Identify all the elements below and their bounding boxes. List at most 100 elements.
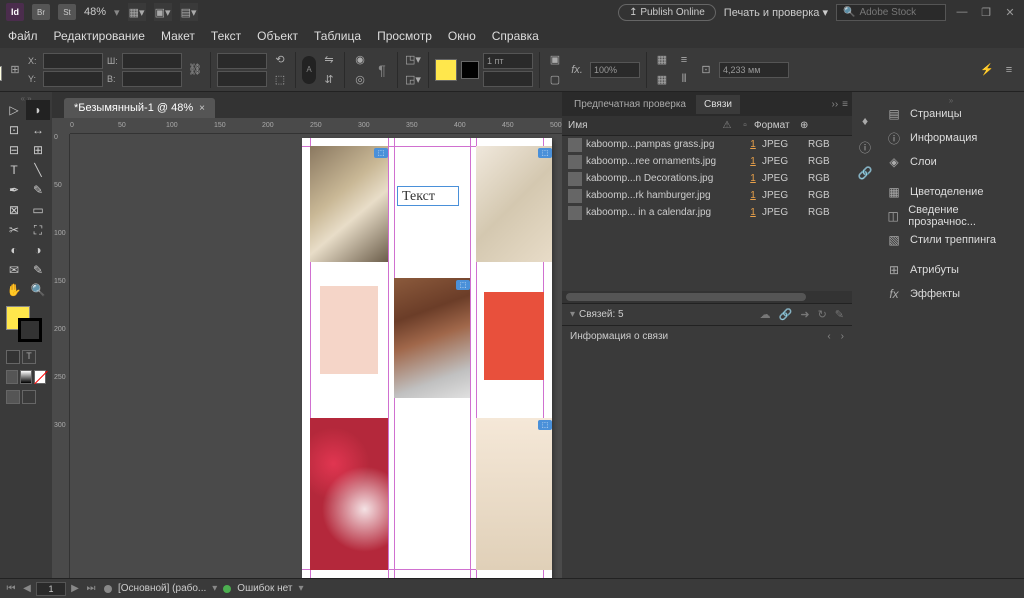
constrain-icon[interactable]: ⛓: [186, 61, 204, 79]
flip-v-icon[interactable]: ⇵: [320, 71, 338, 89]
content-placer-tool[interactable]: ⊞: [26, 140, 50, 160]
zoom-tool[interactable]: 🔍: [26, 280, 50, 300]
dim-input[interactable]: [719, 62, 789, 78]
eyedropper-tool[interactable]: ✎: [26, 260, 50, 280]
info-next-icon[interactable]: ›: [841, 331, 844, 342]
gradient-feather-tool[interactable]: ◑: [26, 240, 50, 260]
panel-info[interactable]: ⓘИнформация: [878, 126, 1024, 150]
select-container-icon[interactable]: ◉: [351, 51, 369, 69]
panel-flatten[interactable]: ◫Сведение прозрачнос...: [878, 204, 1024, 228]
distribute-icon[interactable]: ⫴: [675, 71, 693, 89]
publish-button[interactable]: ↥ Publish Online: [618, 4, 716, 21]
menu-file[interactable]: Файл: [8, 29, 38, 43]
prev-page-icon[interactable]: ◀: [20, 582, 34, 596]
align-icon[interactable]: ≡: [675, 51, 693, 69]
flip-h-icon[interactable]: ⇋: [320, 51, 338, 69]
menu-object[interactable]: Объект: [257, 29, 298, 43]
color-mode-icon[interactable]: [6, 370, 18, 384]
link-page[interactable]: 1: [744, 156, 762, 167]
scale-x-input[interactable]: [217, 53, 267, 69]
ref-point-icon[interactable]: ⊞: [6, 61, 24, 79]
fit-frame-icon[interactable]: ▢: [546, 71, 564, 89]
note-tool[interactable]: ✉: [2, 260, 26, 280]
apply-container-icon[interactable]: [6, 350, 20, 364]
type-tool[interactable]: T: [2, 160, 26, 180]
tab-links[interactable]: Связи: [696, 95, 740, 114]
minimize-button[interactable]: —: [954, 5, 970, 19]
w-input[interactable]: [122, 53, 182, 69]
free-transform-tool[interactable]: ⛶: [26, 220, 50, 240]
link-page[interactable]: 1: [744, 173, 762, 184]
update-link-icon[interactable]: ↻: [818, 308, 827, 321]
link-row[interactable]: kaboomp...rk hamburger.jpg1JPEGRGB: [562, 187, 852, 204]
document-tab[interactable]: *Безымянный-1 @ 48% ×: [64, 98, 215, 118]
ruler-vertical[interactable]: 050100150200250300: [52, 134, 70, 578]
rectangle-tool[interactable]: ▭: [26, 200, 50, 220]
image-frame-brick[interactable]: [394, 278, 470, 398]
paragraph-mode-icon[interactable]: ¶: [373, 61, 391, 79]
print-check-menu[interactable]: Печать и проверка ▾: [724, 6, 828, 19]
menu-view[interactable]: Просмотр: [377, 29, 432, 43]
gap-tool[interactable]: ↔: [26, 120, 50, 140]
stroke-style-select[interactable]: [483, 71, 533, 87]
link-row[interactable]: kaboomp...pampas grass.jpg1JPEGRGB: [562, 136, 852, 153]
col-page-icon[interactable]: ▫: [736, 120, 754, 131]
menu-window[interactable]: Окно: [448, 29, 476, 43]
menu-help[interactable]: Справка: [492, 29, 539, 43]
preview-mode-icon[interactable]: [22, 390, 36, 404]
link-page[interactable]: 1: [744, 190, 762, 201]
color-box-peach[interactable]: [320, 286, 378, 374]
cc-libraries-icon[interactable]: ♦: [856, 112, 874, 130]
page-navigator[interactable]: ⏮ ◀ ▶ ⏭: [4, 582, 98, 596]
select-content-icon[interactable]: ◎: [351, 71, 369, 89]
link-page[interactable]: 1: [744, 139, 762, 150]
menu-table[interactable]: Таблица: [314, 29, 361, 43]
image-frame-candy[interactable]: [310, 418, 388, 570]
corner-icon[interactable]: ◳▾: [404, 51, 422, 69]
stroke-color-box[interactable]: [18, 318, 42, 342]
scale-y-input[interactable]: [217, 71, 267, 87]
maximize-button[interactable]: ❐: [978, 5, 994, 19]
zoom-value[interactable]: 48%: [84, 6, 106, 18]
image-frame-calendar[interactable]: [476, 418, 552, 570]
fx-icon[interactable]: fx.: [568, 61, 586, 79]
none-mode-icon[interactable]: [34, 370, 46, 384]
col-format-header[interactable]: Формат: [754, 120, 800, 131]
stock-icon[interactable]: St: [58, 4, 76, 20]
page-tool[interactable]: ⊡: [2, 120, 26, 140]
info-strip-icon[interactable]: ⓘ: [856, 138, 874, 156]
canvas[interactable]: 050100150200250300350400450500 050100150…: [52, 118, 562, 578]
panel-menu-icon[interactable]: ≡: [842, 99, 848, 110]
flash-icon[interactable]: ⚡: [978, 61, 996, 79]
edit-original-icon[interactable]: ✎: [835, 308, 844, 321]
collapse-icon[interactable]: ››: [831, 99, 838, 110]
fill-stroke-control[interactable]: [6, 306, 42, 342]
panel-pages[interactable]: ▤Страницы: [878, 102, 1024, 126]
goto-link-icon[interactable]: ➜: [800, 308, 809, 321]
auto-fit-icon[interactable]: ▣: [546, 51, 564, 69]
normal-view-icon[interactable]: [6, 390, 20, 404]
image-frame-pampas[interactable]: [310, 146, 388, 262]
last-page-icon[interactable]: ⏭: [84, 582, 98, 596]
panel-layers[interactable]: ◈Слои: [878, 150, 1024, 174]
next-page-icon[interactable]: ▶: [68, 582, 82, 596]
rectangle-frame-tool[interactable]: ⊠: [2, 200, 26, 220]
page-input[interactable]: [36, 582, 66, 596]
apply-text-icon[interactable]: T: [22, 350, 36, 364]
content-mode-icon[interactable]: A: [302, 56, 316, 84]
gradient-mode-icon[interactable]: [20, 370, 32, 384]
panel-scrollbar[interactable]: [562, 291, 852, 303]
stroke-swatch[interactable]: [461, 61, 479, 79]
panel-separations[interactable]: ▦Цветоделение: [878, 180, 1024, 204]
close-button[interactable]: ✕: [1002, 5, 1018, 19]
panel-effects[interactable]: fxЭффекты: [878, 282, 1024, 306]
pen-tool[interactable]: ✒: [2, 180, 26, 200]
line-tool[interactable]: ╲: [26, 160, 50, 180]
link-row[interactable]: kaboomp... in a calendar.jpg1JPEGRGB: [562, 204, 852, 221]
h-input[interactable]: [122, 71, 182, 87]
image-frame-ornament[interactable]: [476, 146, 552, 262]
panel-menu-icon[interactable]: ≡: [1000, 61, 1018, 79]
relink-cc-icon[interactable]: ☁: [760, 308, 771, 321]
frame-fit-icon[interactable]: ⊡: [697, 61, 715, 79]
col-status-icon[interactable]: ⚠: [718, 120, 736, 131]
